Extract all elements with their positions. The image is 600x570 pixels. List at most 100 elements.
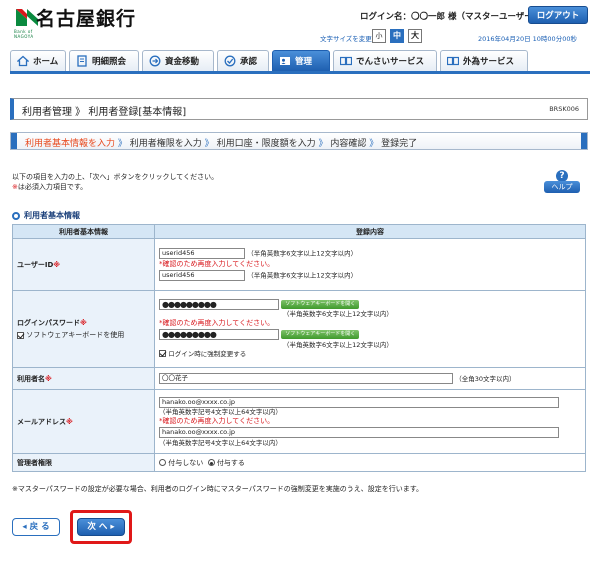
- help-button[interactable]: ? ヘルプ: [544, 170, 580, 193]
- tab-transfer[interactable]: 資金移動: [142, 50, 214, 71]
- font-size-large-button[interactable]: 大: [408, 29, 422, 43]
- instructions: 以下の項目を入力の上、「次へ」ボタンをクリックしてください。 ※は必須入力項目で…: [12, 172, 218, 192]
- next-button-highlight-frame: 次 へ ▸: [70, 510, 132, 544]
- font-size-label: 文字サイズを変更: [320, 35, 372, 43]
- required-mark: ※: [53, 260, 61, 269]
- admin-no-radio[interactable]: [159, 459, 166, 466]
- email-input[interactable]: hanako.oo@xxxx.co.jp: [159, 396, 559, 408]
- step-separator: 》: [204, 139, 214, 149]
- table-row-email: メールアドレス※ hanako.oo@xxxx.co.jp （半角英数字記号4文…: [12, 389, 586, 454]
- user-card-icon: [280, 57, 290, 65]
- admin-permission-label: 管理者権限: [17, 458, 52, 467]
- user-id-label-cell: ユーザーID※: [12, 238, 155, 291]
- table-row-admin-permission: 管理者権限 付与しない 付与する: [12, 453, 586, 472]
- step-5: 登録完了: [381, 139, 418, 149]
- user-id-hint: （半角英数字6文字以上12文字以内）: [247, 249, 358, 257]
- admin-permission-value-cell: 付与しない 付与する: [154, 453, 586, 472]
- admin-yes-label: 付与する: [216, 458, 245, 467]
- tab-statement-label: 明細照会: [92, 57, 127, 67]
- email-confirm-hint: （半角英数字記号4文字以上64文字以内）: [159, 438, 282, 447]
- step-indicator: 利用者基本情報を入力 》 利用者権限を入力 》 利用口座・限度額を入力 》 内容…: [10, 132, 588, 150]
- column-header-value: 登録内容: [154, 224, 586, 239]
- open-software-keyboard-button-2[interactable]: ソフトウェアキーボードを開く: [281, 330, 360, 339]
- page-title: 利用者管理 》 利用者登録[基本情報]: [22, 107, 187, 118]
- tab-statement[interactable]: 明細照会: [69, 50, 139, 71]
- tab-foreign-exchange-label: 外為サービス: [463, 57, 515, 67]
- password-confirm-warning: *確認のため再度入力してください。: [159, 319, 275, 327]
- software-keyboard-checkbox-label: ソフトウェアキーボードを使用: [26, 331, 125, 339]
- user-name-label-cell: 利用者名※: [12, 367, 155, 390]
- tab-home-label: ホーム: [33, 57, 59, 67]
- user-name-input[interactable]: 〇〇花子: [159, 373, 453, 385]
- force-change-label: ログイン時に強制変更する: [168, 349, 247, 358]
- open-software-keyboard-button[interactable]: ソフトウェアキーボードを開く: [281, 299, 360, 309]
- required-mark: ※: [80, 319, 87, 327]
- step-list: 利用者基本情報を入力 》 利用者権限を入力 》 利用口座・限度額を入力 》 内容…: [25, 136, 417, 149]
- tab-management-label: 管理: [295, 57, 313, 67]
- password-confirm-input[interactable]: ●●●●●●●●●: [159, 329, 279, 340]
- tab-foreign-exchange[interactable]: 外為サービス: [440, 50, 528, 71]
- required-mark: ※: [45, 374, 52, 383]
- user-id-input[interactable]: userid456: [159, 247, 245, 259]
- tab-management[interactable]: 管理: [272, 50, 330, 71]
- password-label: ログインパスワード: [17, 319, 80, 327]
- foreign-exchange-icon: [447, 56, 459, 66]
- step-bar-left-edge: [11, 133, 17, 149]
- tab-transfer-label: 資金移動: [165, 57, 200, 67]
- admin-permission-label-cell: 管理者権限: [12, 453, 155, 472]
- admin-yes-radio[interactable]: [207, 459, 215, 466]
- instruction-line-2: ※は必須入力項目です。: [12, 182, 218, 192]
- document-icon: [77, 55, 87, 67]
- force-change-checkbox[interactable]: [159, 350, 166, 357]
- password-confirm-hint: （半角英数字6文字以上12文字以内）: [283, 340, 393, 349]
- font-size-small-button[interactable]: 小: [372, 29, 386, 43]
- user-id-confirm-warning: *確認のため再度入力してください。: [159, 260, 275, 268]
- bank-name: 名古屋銀行: [36, 8, 137, 30]
- tab-densai-label: でんさいサービス: [356, 57, 425, 67]
- required-mark: ※: [66, 417, 73, 426]
- tab-densai[interactable]: でんさいサービス: [333, 50, 437, 71]
- step-separator: 》: [318, 139, 328, 149]
- step-separator: 》: [117, 139, 127, 149]
- logout-button[interactable]: ログアウト: [528, 6, 588, 24]
- password-value-cell: ●●●●●●●●● ソフトウェアキーボードを開く （半角英数字6文字以上12文字…: [154, 290, 586, 368]
- login-user-name: ログイン名：〇〇一郎 様（マスターユーザー）: [360, 12, 542, 22]
- section-heading: 利用者基本情報: [12, 210, 80, 221]
- step-2: 利用者権限を入力: [129, 139, 202, 149]
- step-separator: 》: [369, 139, 379, 149]
- step-bar-right-edge: [581, 133, 587, 149]
- section-title: 利用者基本情報: [24, 211, 80, 220]
- user-basic-info-table: 利用者基本情報 登録内容 ユーザーID※ userid456 （半角英数字6文字…: [12, 224, 586, 472]
- table-row-password: ログインパスワード※ ソフトウェアキーボードを使用 ●●●●●●●●● ソフトウ…: [12, 290, 586, 368]
- admin-no-label: 付与しない: [168, 458, 204, 467]
- font-size-medium-button[interactable]: 中: [390, 29, 404, 43]
- software-keyboard-checkbox[interactable]: [17, 331, 24, 339]
- password-input[interactable]: ●●●●●●●●●: [159, 298, 279, 310]
- section-bullet-icon: [12, 211, 20, 220]
- email-hint: （半角英数字記号4文字以上64文字以内）: [159, 408, 282, 416]
- email-confirm-input[interactable]: hanako.oo@xxxx.co.jp: [159, 427, 559, 438]
- password-hint: （半角英数字6文字以上12文字以内）: [283, 310, 393, 318]
- step-1-current: 利用者基本情報を入力: [25, 139, 116, 149]
- user-id-value-cell: userid456 （半角英数字6文字以上12文字以内） *確認のため再度入力し…: [154, 238, 586, 291]
- user-id-confirm-hint: （半角英数字6文字以上12文字以内）: [247, 271, 358, 280]
- master-password-footnote: ※マスターパスワードの設定が必要な場合、利用者のログイン時にマスターパスワードの…: [12, 485, 424, 493]
- table-header-row: 利用者基本情報 登録内容: [12, 224, 586, 239]
- transfer-icon: [149, 55, 161, 67]
- next-button[interactable]: 次 へ ▸: [77, 518, 125, 536]
- tab-home[interactable]: ホーム: [10, 50, 66, 71]
- current-datetime: 2016年04月20日 10時00分00秒: [478, 35, 577, 43]
- page-title-box: 利用者管理 》 利用者登録[基本情報] BRSK006: [10, 98, 588, 120]
- densai-icon: [340, 56, 352, 66]
- tab-approval[interactable]: 承認: [217, 50, 269, 71]
- back-button[interactable]: ◂ 戻 る: [12, 518, 60, 536]
- check-circle-icon: [224, 55, 236, 67]
- table-row-user-id: ユーザーID※ userid456 （半角英数字6文字以上12文字以内） *確認…: [12, 238, 586, 291]
- user-id-confirm-input[interactable]: userid456: [159, 270, 245, 281]
- tab-approval-label: 承認: [240, 57, 258, 67]
- help-button-label: ヘルプ: [544, 181, 580, 193]
- table-row-user-name: 利用者名※ 〇〇花子 （全角30文字以内）: [12, 367, 586, 390]
- main-nav: ホーム 明細照会 資金移動 承認 管理 でんさいサービス 外為サービス: [10, 50, 590, 74]
- user-name-value-cell: 〇〇花子 （全角30文字以内）: [154, 367, 586, 390]
- home-icon: [17, 55, 29, 67]
